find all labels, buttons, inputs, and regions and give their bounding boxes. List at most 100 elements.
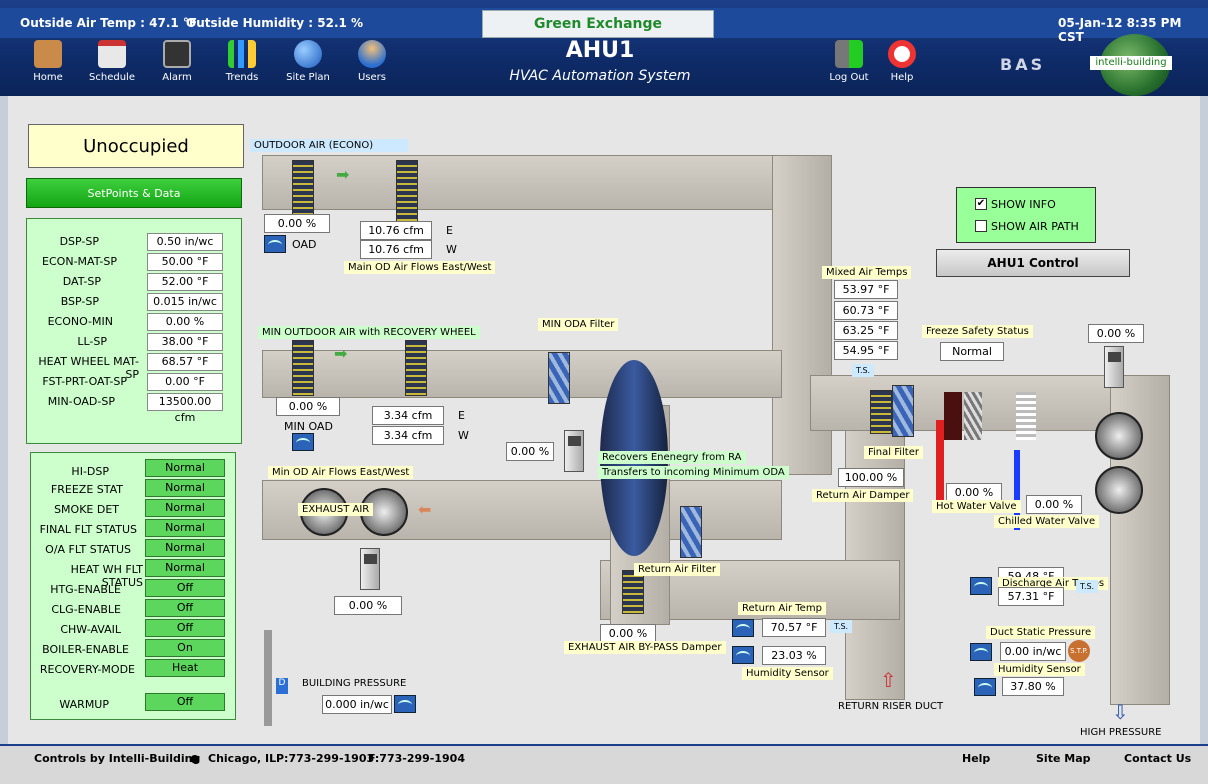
status-badge: Normal bbox=[145, 559, 225, 577]
return-temp-trend-icon[interactable] bbox=[732, 619, 754, 637]
nav-users[interactable]: Users bbox=[344, 40, 400, 83]
footer-help-link[interactable]: Help bbox=[962, 752, 990, 765]
return-up-arrow-icon: ⇧ bbox=[880, 668, 897, 692]
calendar-icon bbox=[98, 40, 126, 68]
duct-static-trend-icon[interactable] bbox=[970, 643, 992, 661]
nav-help[interactable]: Help bbox=[874, 40, 930, 83]
supply-humidity: 37.80 % bbox=[1002, 677, 1064, 696]
setpoint-label: MIN-OAD-SP bbox=[47, 395, 115, 408]
lifebuoy-icon bbox=[888, 40, 916, 68]
final-filter bbox=[892, 385, 914, 437]
main-flow-label: Main OD Air Flows East/West bbox=[344, 261, 496, 274]
status-badge: Off bbox=[145, 579, 225, 597]
return-air-temp-label: Return Air Temp bbox=[738, 602, 826, 615]
wheel-controller bbox=[564, 430, 584, 472]
nav-label: Trends bbox=[225, 72, 259, 83]
footer-separator: ● bbox=[190, 752, 200, 765]
return-air-filter bbox=[680, 506, 702, 558]
mixed-air-label: Mixed Air Temps bbox=[822, 266, 912, 279]
min-oad-trend-icon[interactable] bbox=[292, 433, 314, 451]
discharge-temp-sensor: T.S. bbox=[1076, 580, 1099, 593]
chilled-water-valve-position: 0.00 % bbox=[1026, 495, 1082, 514]
exhaust-air-label: EXHAUST AIR bbox=[298, 503, 374, 516]
setpoints-panel: DSP-SP 0.50 in/wc ECON-MAT-SP 50.00 °F D… bbox=[26, 218, 242, 444]
setpoint-value: 38.00 °F bbox=[147, 333, 223, 351]
supply-fan-speed: 0.00 % bbox=[1088, 324, 1144, 343]
hot-water-pipe bbox=[936, 420, 944, 510]
nav-schedule[interactable]: Schedule bbox=[84, 40, 140, 83]
setpoint-label: DAT-SP bbox=[62, 275, 101, 288]
bypass-damper-label: EXHAUST AIR BY-PASS Damper bbox=[564, 641, 726, 654]
air-direction-arrow-icon: ➡ bbox=[334, 344, 348, 363]
return-air-damper bbox=[870, 390, 892, 434]
main-flow-west: 10.76 cfm bbox=[360, 240, 432, 259]
nav-label: Log Out bbox=[829, 72, 869, 83]
oa-damper-inner bbox=[396, 160, 418, 230]
status-label: CHW-AVAIL bbox=[60, 623, 121, 636]
footer-location: Chicago, IL bbox=[208, 752, 277, 765]
page-subtitle: HVAC Automation System bbox=[509, 68, 691, 84]
supply-fan-controller bbox=[1104, 346, 1124, 388]
status-label: FREEZE STAT bbox=[50, 483, 123, 496]
return-humidity-trend-icon[interactable] bbox=[732, 646, 754, 664]
show-air-path-checkbox[interactable] bbox=[975, 220, 987, 232]
mixed-air-temp: 53.97 °F bbox=[834, 280, 898, 299]
outside-temp: Outside Air Temp : 47.1 °F bbox=[20, 16, 198, 30]
oad-position: 0.00 % bbox=[264, 214, 330, 233]
nav-trends[interactable]: Trends bbox=[214, 40, 270, 83]
outdoor-air-label: OUTDOOR AIR (ECONO) bbox=[250, 139, 408, 152]
chilled-water-valve-label: Chilled Water Valve bbox=[994, 515, 1100, 528]
return-damper-position: 100.00 % bbox=[838, 468, 904, 487]
hot-water-valve-label: Hot Water Valve bbox=[932, 500, 1021, 513]
building-pressure-trend-icon[interactable] bbox=[394, 695, 416, 713]
pressure-pipe bbox=[264, 630, 272, 726]
footer-site-map-link[interactable]: Site Map bbox=[1036, 752, 1090, 765]
duct-static-pressure: 0.00 in/wc bbox=[1000, 642, 1066, 661]
supply-fan-motor-icon bbox=[1095, 466, 1143, 514]
ahu-control-button[interactable]: AHU1 Control bbox=[936, 249, 1130, 277]
status-badge: On bbox=[145, 639, 225, 657]
exhaust-arrow-icon: ⬅ bbox=[418, 500, 432, 519]
setpoint-label: BSP-SP bbox=[60, 295, 99, 308]
return-temp-sensor: T.S. bbox=[830, 620, 853, 633]
nav-site-plan[interactable]: Site Plan bbox=[280, 40, 336, 83]
discharge-trend-icon[interactable] bbox=[970, 577, 992, 595]
min-oa-damper-inner bbox=[405, 340, 427, 396]
west-label: W bbox=[446, 243, 457, 256]
oad-trend-icon[interactable] bbox=[264, 235, 286, 253]
status-badge: Off bbox=[145, 693, 225, 711]
supply-humidity-trend-icon[interactable] bbox=[974, 678, 996, 696]
setpoint-value: 0.00 % bbox=[147, 313, 223, 331]
status-badge: Off bbox=[145, 619, 225, 637]
nav-label: Schedule bbox=[89, 72, 135, 83]
exhaust-fan-controller bbox=[360, 548, 380, 590]
setpoint-label: ECON-MAT-SP bbox=[42, 255, 117, 268]
setpoints-data-button[interactable]: SetPoints & Data bbox=[26, 178, 242, 208]
oad-label: OAD bbox=[292, 238, 317, 251]
footer-contact-link[interactable]: Contact Us bbox=[1124, 752, 1191, 765]
status-badge: Normal bbox=[145, 519, 225, 537]
air-direction-arrow-icon: ➡ bbox=[336, 165, 350, 184]
status-label: FINAL FLT STATUS bbox=[39, 523, 137, 536]
wheel-speed: 0.00 % bbox=[506, 442, 554, 461]
show-info-checkbox[interactable]: ✔ bbox=[975, 198, 987, 210]
building-pressure: 0.000 in/wc bbox=[322, 695, 392, 714]
page-title: AHU1 bbox=[565, 38, 635, 63]
duct-static-label: Duct Static Pressure bbox=[986, 626, 1096, 639]
nav-alarm[interactable]: Alarm bbox=[149, 40, 205, 83]
east-label: E bbox=[446, 224, 453, 237]
static-pressure-sensor-icon: S.T.P. bbox=[1068, 640, 1090, 662]
min-flow-east: 3.34 cfm bbox=[372, 406, 444, 425]
app-window: Outside Air Temp : 47.1 °F Outside Humid… bbox=[0, 0, 1208, 784]
setpoint-label: DSP-SP bbox=[59, 235, 99, 248]
status-label: RECOVERY-MODE bbox=[39, 663, 135, 676]
setpoint-label: LL-SP bbox=[77, 335, 107, 348]
return-riser-label: RETURN RISER DUCT bbox=[838, 701, 944, 712]
nav-log-out[interactable]: Log Out bbox=[821, 40, 877, 83]
cooling-coil bbox=[1016, 392, 1036, 440]
nav-home[interactable]: Home bbox=[20, 40, 76, 83]
status-label: HI-DSP bbox=[71, 465, 109, 478]
min-oa-damper bbox=[292, 340, 314, 396]
discharge-temp: 57.31 °F bbox=[998, 587, 1064, 606]
status-badge: Normal bbox=[145, 539, 225, 557]
